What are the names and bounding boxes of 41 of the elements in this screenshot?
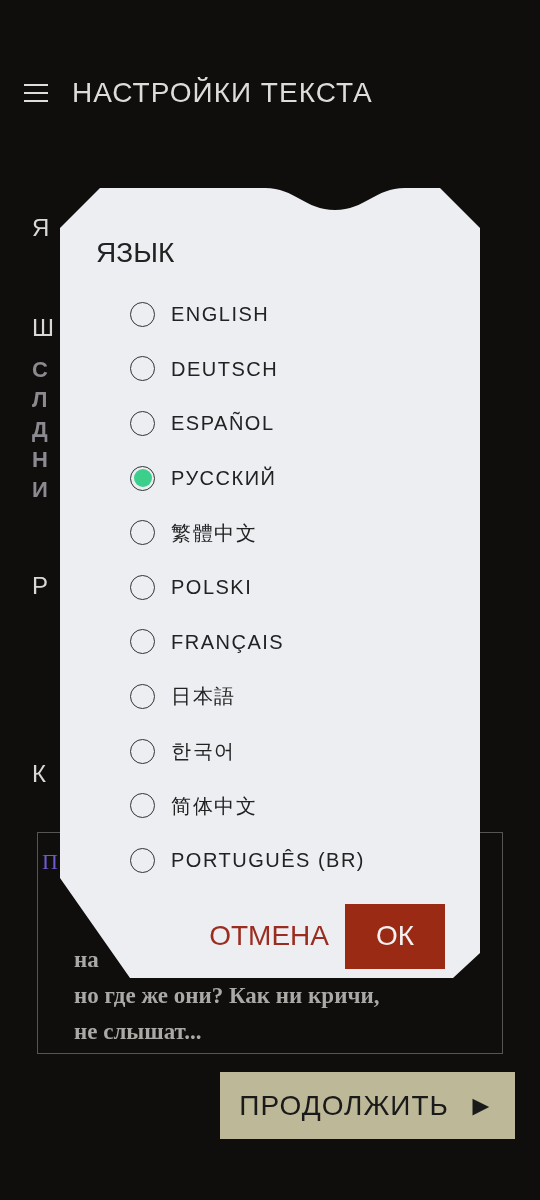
ok-button[interactable]: ОК bbox=[345, 903, 445, 969]
language-label: 繁體中文 bbox=[171, 520, 257, 546]
language-option[interactable]: POLSKI bbox=[130, 559, 480, 615]
setting-label: Я bbox=[32, 214, 50, 242]
continue-button[interactable]: ПРОДОЛЖИТЬ ► bbox=[220, 1072, 515, 1139]
language-label: ESPAÑOL bbox=[171, 410, 275, 437]
language-option[interactable]: 한국어 bbox=[130, 723, 480, 779]
dialog-title: ЯЗЫК bbox=[96, 236, 176, 270]
language-option[interactable]: РУССКИЙ bbox=[130, 450, 480, 506]
preview-heading: П bbox=[42, 848, 58, 876]
setting-label: Р bbox=[32, 572, 48, 600]
setting-label: Н bbox=[32, 446, 48, 474]
language-option[interactable]: ENGLISH bbox=[130, 287, 480, 342]
screen-title: НАСТРОЙКИ ТЕКСТА bbox=[72, 76, 373, 110]
menu-icon[interactable] bbox=[24, 83, 48, 103]
language-option[interactable]: DEUTSCH bbox=[130, 341, 480, 397]
language-label: POLSKI bbox=[171, 575, 253, 601]
language-option[interactable]: PORTUGUÊS (BR) bbox=[130, 832, 480, 888]
language-label: PORTUGUÊS (BR) bbox=[171, 848, 365, 874]
setting-label: И bbox=[32, 476, 48, 504]
language-option[interactable]: FRANÇAIS bbox=[130, 614, 480, 670]
setting-label: Ш bbox=[32, 314, 54, 342]
language-label: 日本語 bbox=[171, 684, 236, 710]
language-label: 한국어 bbox=[171, 739, 236, 765]
preview-text-line: на bbox=[74, 946, 99, 974]
language-label: РУССКИЙ bbox=[171, 465, 277, 492]
language-label: FRANÇAIS bbox=[171, 629, 285, 655]
preview-text-line: не слышат... bbox=[74, 1018, 202, 1046]
setting-label: К bbox=[32, 760, 46, 788]
language-option[interactable]: ESPAÑOL bbox=[130, 396, 480, 451]
language-label: ENGLISH bbox=[171, 302, 270, 328]
setting-label: Д bbox=[32, 416, 48, 444]
setting-label: Л bbox=[32, 386, 48, 414]
language-option[interactable]: 简体中文 bbox=[130, 778, 480, 833]
setting-label: С bbox=[32, 356, 48, 384]
language-option[interactable]: 繁體中文 bbox=[130, 505, 480, 560]
language-label: DEUTSCH bbox=[171, 356, 279, 382]
cancel-button[interactable]: ОТМЕНА bbox=[209, 915, 329, 958]
language-option[interactable]: 日本語 bbox=[130, 669, 480, 724]
preview-text-line: но где же они? Как ни кричи, bbox=[74, 982, 380, 1010]
language-label: 简体中文 bbox=[171, 793, 257, 819]
